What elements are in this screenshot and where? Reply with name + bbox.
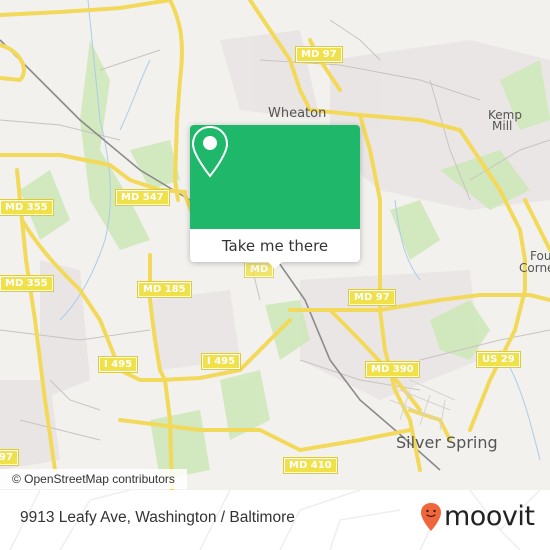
location-popup: Take me there bbox=[190, 125, 360, 269]
road-shield-md355-south: MD 355 bbox=[0, 275, 54, 292]
popup-pointer bbox=[267, 261, 283, 269]
road-shield-us29: US 29 bbox=[476, 351, 521, 368]
place-label-mill: Mill bbox=[492, 119, 513, 133]
road-shield-md547: MD 547 bbox=[115, 189, 170, 206]
moovit-logo-icon bbox=[421, 503, 441, 531]
road-shield-i495-east: I 495 bbox=[200, 353, 242, 370]
map-attribution[interactable]: © OpenStreetMap contributors bbox=[0, 469, 187, 489]
road-shield-md97-north: MD 97 bbox=[295, 46, 343, 63]
address-text: 9913 Leafy Ave, Washington / Baltimore bbox=[20, 509, 295, 526]
place-label-corners: Corners bbox=[519, 261, 550, 275]
map[interactable]: MD 97 MD 547 MD 355 MD 355 MD 185 MD 97 … bbox=[0, 0, 550, 490]
place-label-wheaton: Wheaton bbox=[268, 106, 327, 121]
road-shield-md185: MD 185 bbox=[137, 281, 192, 298]
road-shield-i495-west: I 495 bbox=[97, 356, 139, 373]
moovit-logo[interactable]: moovit bbox=[420, 501, 535, 532]
take-me-there-button[interactable]: Take me there bbox=[190, 229, 360, 262]
road-shield-97-partial: 97 bbox=[0, 449, 19, 466]
road-shield-md355-north: MD 355 bbox=[0, 199, 54, 216]
road-shield-md410: MD 410 bbox=[283, 457, 338, 474]
map-pin-icon bbox=[191, 125, 229, 178]
place-label-silver-spring: Silver Spring bbox=[396, 433, 498, 452]
footer: 9913 Leafy Ave, Washington / Baltimore m… bbox=[0, 490, 550, 550]
road-shield-md97-south: MD 97 bbox=[348, 289, 396, 306]
moovit-wordmark: moovit bbox=[444, 501, 535, 532]
popup-header bbox=[190, 125, 360, 229]
road-shield-md390: MD 390 bbox=[365, 361, 420, 378]
